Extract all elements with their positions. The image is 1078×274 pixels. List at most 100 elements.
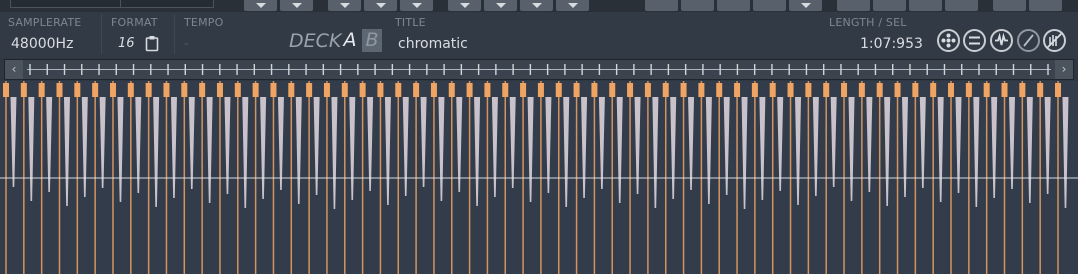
slice-marker[interactable] [466,83,473,97]
slice-marker[interactable] [252,83,259,97]
slice-marker[interactable] [323,83,330,97]
slice-marker[interactable] [1019,83,1026,97]
slice-marker[interactable] [930,83,937,97]
slice-marker[interactable] [912,83,919,97]
slice-marker[interactable] [734,83,741,97]
slice-marker[interactable] [234,83,241,97]
length-value: 1:07:953 [860,36,923,52]
toolbar-button[interactable] [645,0,678,11]
slice-marker[interactable] [484,83,491,97]
slice-marker[interactable] [876,83,883,97]
toolbar-button[interactable] [993,0,1026,11]
scroll-left-button[interactable]: ‹ [5,60,23,79]
slice-marker[interactable] [627,83,634,97]
dropdown-button[interactable] [789,0,822,11]
dropdown-button[interactable] [484,0,517,11]
slice-marker[interactable] [520,83,527,97]
slice-marker[interactable] [965,83,972,97]
slice-marker[interactable] [74,83,81,97]
slice-marker[interactable] [751,83,758,97]
slice-marker[interactable] [787,83,794,97]
slice-marker[interactable] [555,83,562,97]
slice-marker[interactable] [716,83,723,97]
clipboard-icon[interactable] [145,35,159,56]
slice-marker[interactable] [591,83,598,97]
slice-marker[interactable] [805,83,812,97]
deck-b-button[interactable]: B [362,29,382,52]
overview-waveform[interactable] [23,60,1055,79]
deck-label: DECK [289,30,342,52]
slice-marker[interactable] [894,83,901,97]
top-tab[interactable] [10,0,122,8]
slice-marker[interactable] [109,83,116,97]
slice-marker[interactable] [858,83,865,97]
dropdown-button[interactable] [448,0,481,11]
slice-marker[interactable] [163,83,170,97]
slice-marker[interactable] [199,83,206,97]
slice-marker[interactable] [38,83,45,97]
slice-marker[interactable] [769,83,776,97]
waveform-icon[interactable] [990,29,1013,52]
slice-marker[interactable] [430,83,437,97]
toolbar-button[interactable] [1029,0,1062,11]
slice-marker[interactable] [573,83,580,97]
slice-marker[interactable] [841,83,848,97]
slice-marker[interactable] [823,83,830,97]
slice-marker[interactable] [662,83,669,97]
scroll-right-button[interactable]: › [1055,60,1073,79]
deck-a-button[interactable]: A [340,29,360,52]
slice-marker[interactable] [127,83,134,97]
no-speaker-icon[interactable] [1043,29,1066,52]
dropdown-button[interactable] [280,0,313,11]
dropdown-button[interactable] [364,0,397,11]
chevron-down-icon [339,3,350,8]
slice-marker[interactable] [1037,83,1044,97]
slice-marker[interactable] [537,83,544,97]
slice-marker[interactable] [181,83,188,97]
slice-marker[interactable] [145,83,152,97]
slice-marker[interactable] [644,83,651,97]
dropdown-button[interactable] [244,0,277,11]
dropdown-button[interactable] [520,0,553,11]
toolbar-button[interactable] [837,0,870,11]
slice-marker[interactable] [448,83,455,97]
slice-marker[interactable] [56,83,63,97]
slice-marker[interactable] [359,83,366,97]
slice-marker[interactable] [288,83,295,97]
slice-marker[interactable] [680,83,687,97]
dropdown-button[interactable] [400,0,433,11]
slice-marker[interactable] [609,83,616,97]
slice-marker[interactable] [983,83,990,97]
toolbar-button[interactable] [873,0,906,11]
dropdown-button[interactable] [328,0,361,11]
chevron-down-icon [411,3,422,8]
slice-marker[interactable] [306,83,313,97]
top-tab[interactable] [120,0,214,8]
menu-icon[interactable] [963,29,986,52]
toolbar-button[interactable] [681,0,714,11]
slice-marker[interactable] [216,83,223,97]
slice-marker[interactable] [20,83,27,97]
toolbar-button[interactable] [717,0,750,11]
title-value[interactable]: chromatic [398,36,468,52]
slice-marker[interactable] [948,83,955,97]
slice-marker[interactable] [92,83,99,97]
dropdown-button[interactable] [556,0,589,11]
waveform-view[interactable] [0,81,1078,274]
slice-marker[interactable] [270,83,277,97]
slice-marker[interactable] [502,83,509,97]
slash-icon[interactable] [1017,29,1040,52]
toolbar-button[interactable] [945,0,978,11]
slice-marker[interactable] [413,83,420,97]
reel-icon[interactable] [937,29,960,52]
slice-marker[interactable] [698,83,705,97]
overview-scrollbar[interactable]: ‹ › [4,59,1074,80]
slice-marker[interactable] [341,83,348,97]
toolbar-button[interactable] [753,0,786,11]
slice-marker[interactable] [377,83,384,97]
toolbar-button[interactable] [909,0,942,11]
slice-marker[interactable] [3,83,9,97]
slice-marker[interactable] [1055,83,1061,97]
slice-marker[interactable] [1001,83,1008,97]
slice-marker[interactable] [395,83,402,97]
